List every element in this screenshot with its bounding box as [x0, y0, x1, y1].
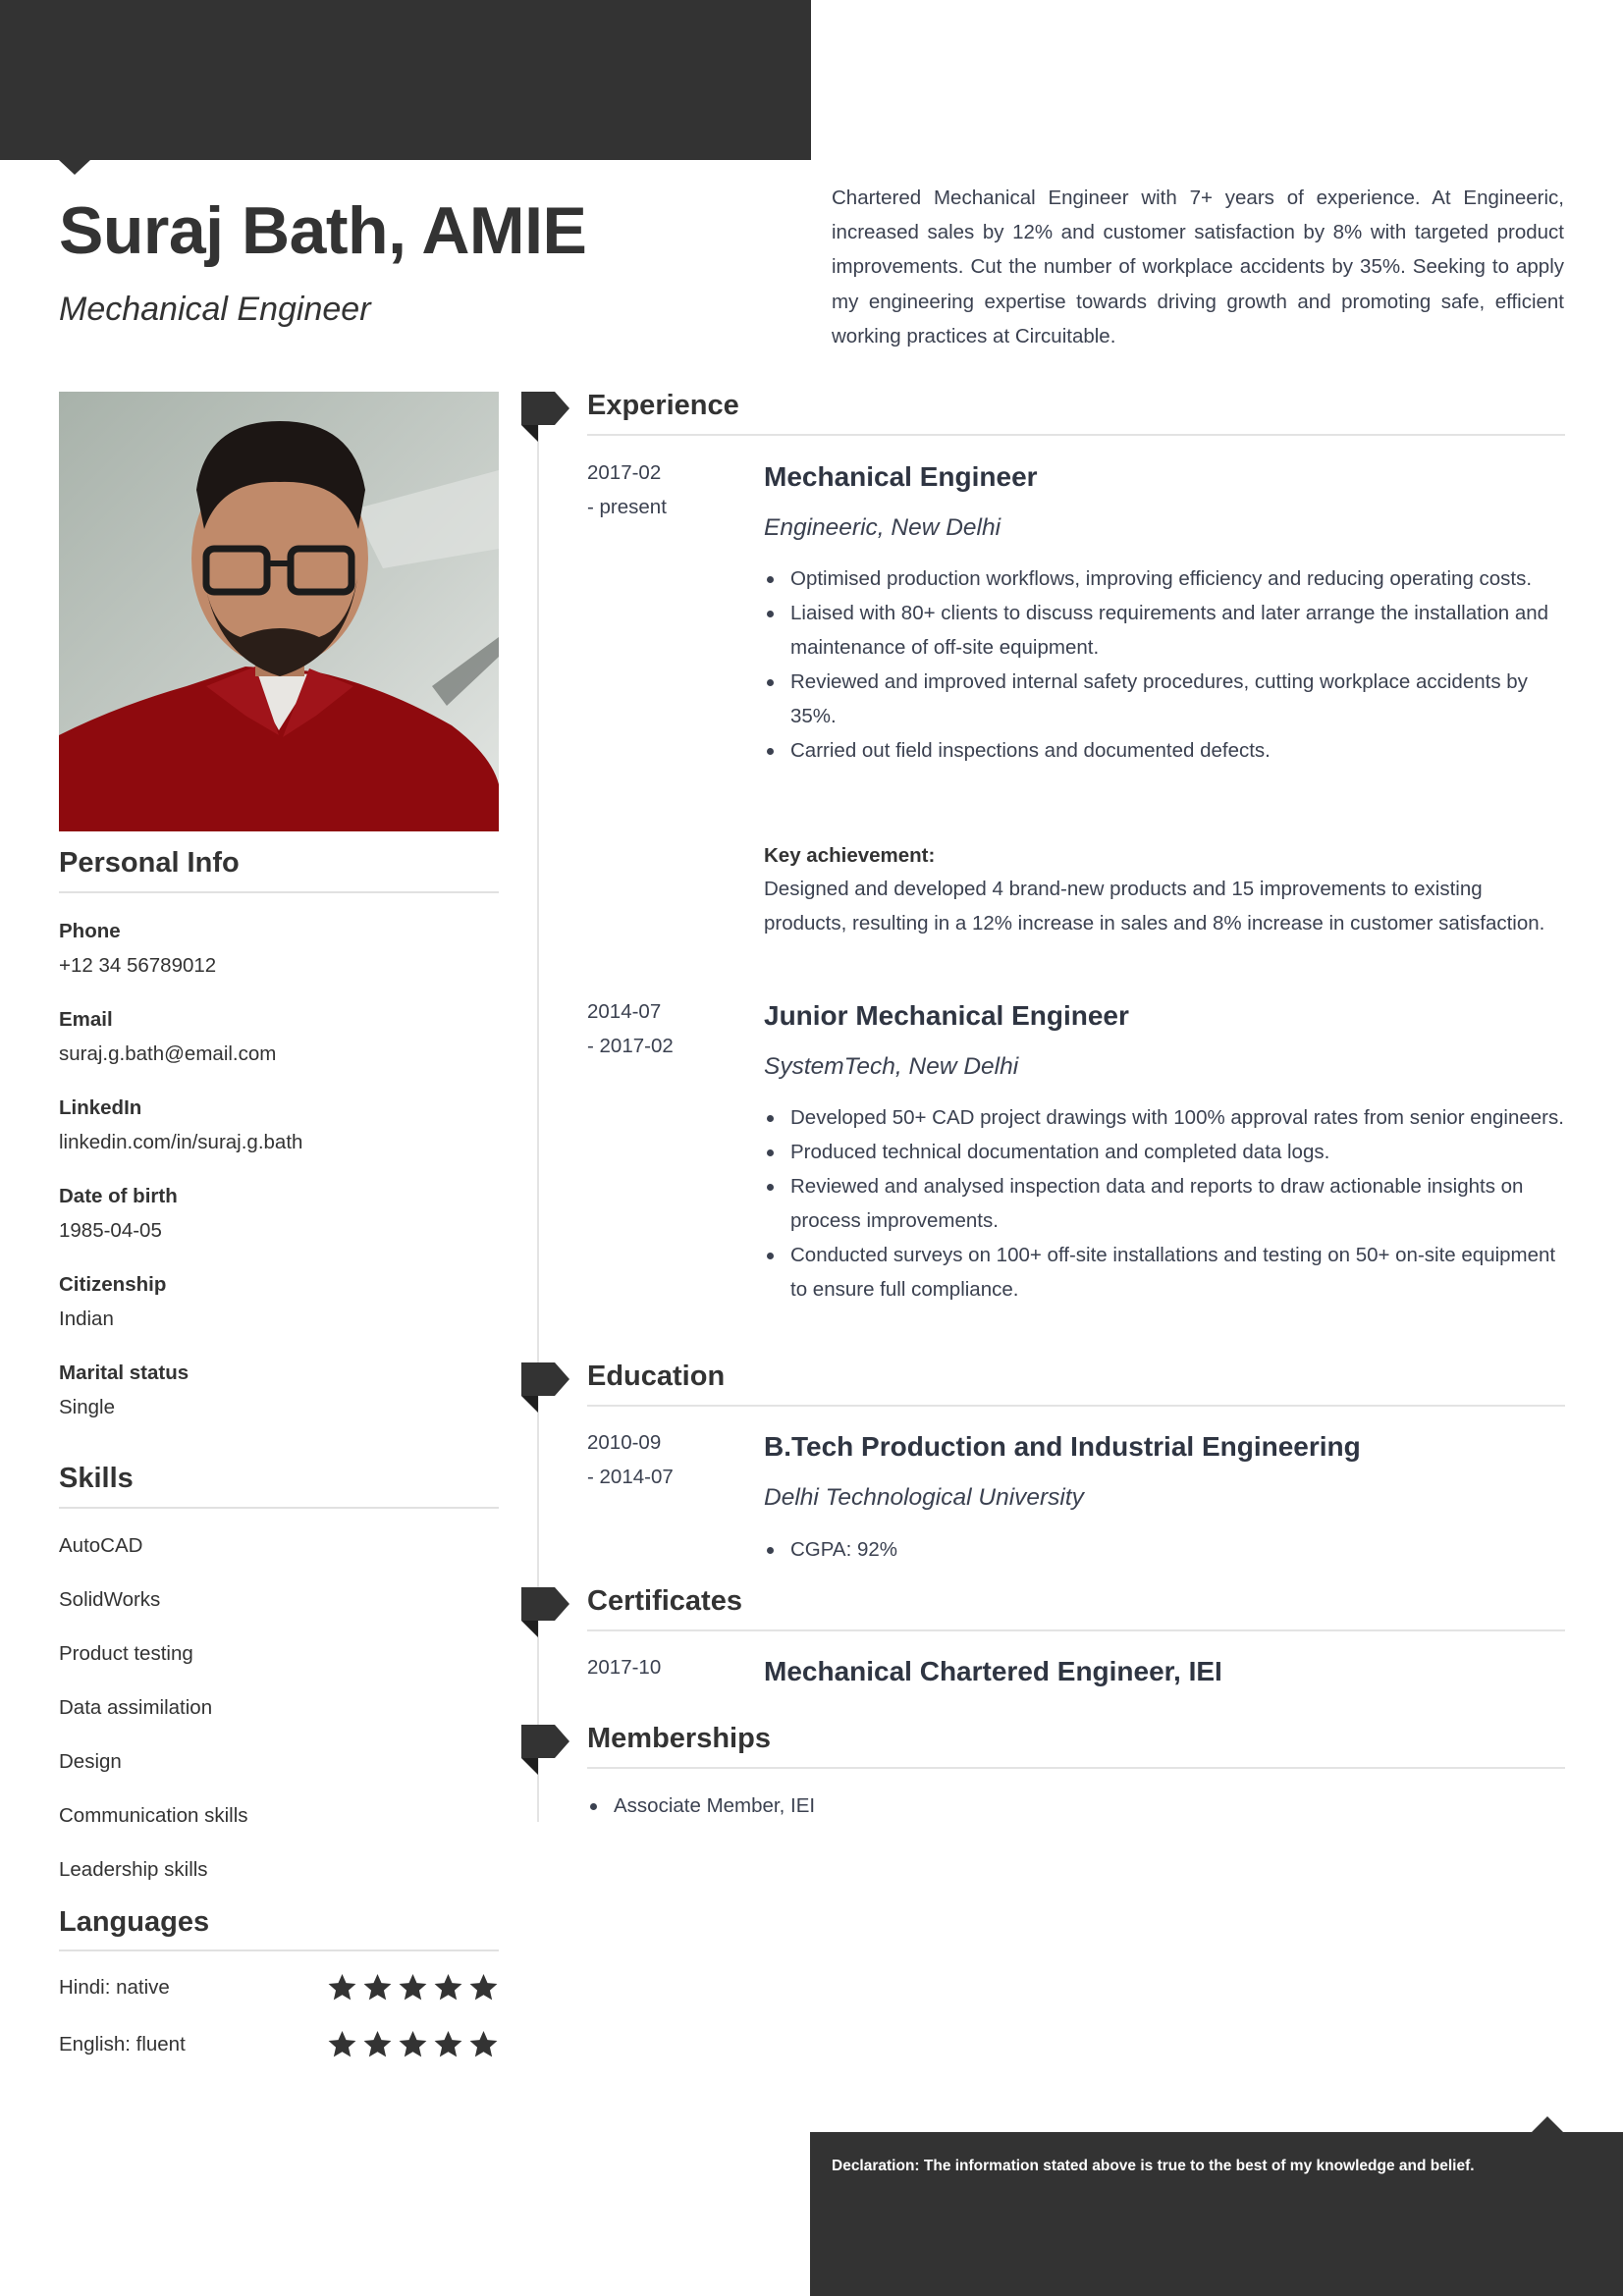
marital-status-label: Marital status — [59, 1362, 189, 1384]
job-entry-title: Mechanical Engineer — [764, 461, 1038, 492]
dob-value: 1985-04-05 — [59, 1219, 162, 1242]
membership-item: Associate Member, IEI — [587, 1789, 1388, 1823]
date-end: - 2017-02 — [587, 1035, 674, 1057]
bullet-item: Reviewed and improved internal safety pr… — [764, 665, 1565, 733]
certificate-title: Mechanical Chartered Engineer, IEI — [764, 1656, 1222, 1686]
skill-item: Data assimilation — [59, 1696, 213, 1719]
skills-divider — [59, 1507, 499, 1509]
education-heading: Education — [587, 1361, 726, 1392]
linkedin-value[interactable]: linkedin.com/in/suraj.g.bath — [59, 1131, 302, 1154]
bullet-item: Reviewed and analysed inspection data an… — [764, 1169, 1565, 1238]
linkedin-label: LinkedIn — [59, 1096, 142, 1119]
entry-date: 2010-09 - 2014-07 — [587, 1425, 674, 1494]
star-filled-icon — [469, 1973, 498, 2001]
star-filled-icon — [469, 2030, 498, 2057]
entry-date: 2017-02 - present — [587, 455, 667, 524]
bullet-item: Developed 50+ CAD project drawings with … — [764, 1100, 1565, 1135]
dob-label: Date of birth — [59, 1185, 178, 1207]
certificates-divider — [587, 1629, 1565, 1631]
profile-photo — [59, 392, 499, 831]
key-achievement-text: Designed and developed 4 brand-new produ… — [764, 878, 1545, 935]
language-rating — [327, 1972, 499, 2002]
date-start: 2014-07 — [587, 1000, 662, 1023]
job-entry-company: SystemTech, New Delhi — [764, 1053, 1019, 1080]
date-end: - 2014-07 — [587, 1466, 674, 1488]
language-row: Hindi: native — [59, 1972, 499, 2007]
bullet-item: Produced technical documentation and com… — [764, 1135, 1565, 1169]
memberships-divider — [587, 1767, 1565, 1769]
job-bullets: Developed 50+ CAD project drawings with … — [764, 1100, 1565, 1308]
skills-heading: Skills — [59, 1463, 134, 1494]
bullet-item: Optimised production workflows, improvin… — [764, 561, 1565, 596]
job-entry-company: Engineeric, New Delhi — [764, 514, 1001, 541]
date-start: 2017-02 — [587, 461, 662, 484]
key-achievement-label: Key achievement: — [764, 844, 936, 867]
section-flag-icon — [521, 1587, 569, 1637]
section-flag-icon — [521, 1362, 569, 1413]
personal-info-divider — [59, 891, 499, 893]
portrait-image — [59, 392, 499, 831]
footer-band: Declaration: The information stated abov… — [810, 2116, 1623, 2296]
job-entry-title: Junior Mechanical Engineer — [764, 1000, 1129, 1031]
star-filled-icon — [363, 2030, 392, 2057]
section-flag-icon — [521, 1725, 569, 1775]
star-filled-icon — [434, 1973, 462, 2001]
memberships-heading: Memberships — [587, 1723, 771, 1754]
star-filled-icon — [434, 2030, 462, 2057]
language-row: English: fluent — [59, 2029, 499, 2064]
star-filled-icon — [328, 2030, 356, 2057]
membership-list: Associate Member, IEI — [587, 1789, 1388, 1823]
email-value[interactable]: suraj.g.bath@email.com — [59, 1042, 276, 1066]
experience-divider — [587, 434, 1565, 436]
education-divider — [587, 1405, 1565, 1407]
language-rating — [327, 2029, 499, 2059]
skill-item: SolidWorks — [59, 1588, 161, 1611]
bullet-item: Conducted surveys on 100+ off-site insta… — [764, 1238, 1565, 1307]
date-start: 2010-09 — [587, 1431, 662, 1454]
email-label: Email — [59, 1008, 113, 1031]
language-label: English: fluent — [59, 2033, 186, 2056]
marital-status-value: Single — [59, 1396, 115, 1418]
bullet-item: Liaised with 80+ clients to discuss requ… — [764, 596, 1565, 665]
skill-item: AutoCAD — [59, 1534, 143, 1557]
star-filled-icon — [328, 1973, 356, 2001]
candidate-name: Suraj Bath, AMIE — [59, 193, 587, 268]
skill-item: Product testing — [59, 1642, 193, 1665]
date-end: - present — [587, 496, 667, 518]
job-bullets: Optimised production workflows, improvin… — [764, 561, 1565, 769]
entry-date: 2014-07 - 2017-02 — [587, 994, 674, 1063]
star-filled-icon — [399, 2030, 427, 2057]
citizenship-label: Citizenship — [59, 1273, 167, 1296]
certificates-heading: Certificates — [587, 1585, 742, 1617]
declaration-text: Declaration: The information stated abov… — [832, 2158, 1475, 2174]
education-entry-school: Delhi Technological University — [764, 1484, 1084, 1511]
skill-item: Communication skills — [59, 1804, 248, 1827]
phone-value: +12 34 56789012 — [59, 954, 217, 977]
languages-divider — [59, 1949, 499, 1951]
citizenship-value: Indian — [59, 1308, 114, 1330]
education-bullets: CGPA: 92% — [764, 1532, 1565, 1567]
experience-heading: Experience — [587, 390, 739, 421]
personal-info-heading: Personal Info — [59, 847, 240, 879]
education-entry-title: B.Tech Production and Industrial Enginee… — [764, 1431, 1361, 1462]
bullet-item: CGPA: 92% — [764, 1532, 1565, 1567]
languages-heading: Languages — [59, 1906, 210, 1938]
profile-summary: Chartered Mechanical Engineer with 7+ ye… — [832, 187, 1564, 347]
section-flag-icon — [521, 392, 569, 442]
skill-item: Leadership skills — [59, 1858, 208, 1881]
job-title: Mechanical Engineer — [59, 291, 371, 328]
language-label: Hindi: native — [59, 1976, 170, 1999]
star-filled-icon — [399, 1973, 427, 2001]
bullet-item: Carried out field inspections and docume… — [764, 733, 1565, 768]
header-band — [0, 0, 811, 175]
certificate-date: 2017-10 — [587, 1656, 662, 1679]
skill-item: Design — [59, 1750, 122, 1773]
phone-label: Phone — [59, 920, 121, 942]
star-filled-icon — [363, 1973, 392, 2001]
